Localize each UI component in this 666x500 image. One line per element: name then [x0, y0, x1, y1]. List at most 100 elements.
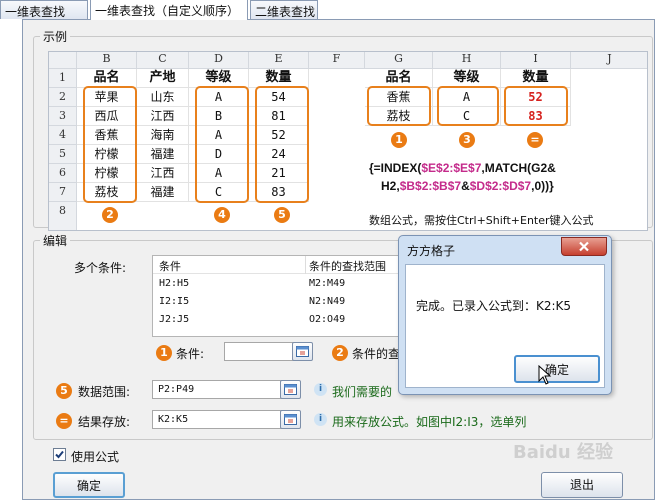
tab-1d-lookup-custom[interactable]: 一维表查找（自定义顺序）: [90, 0, 248, 20]
row-number: 1: [49, 69, 77, 88]
table-cell: 海南: [137, 126, 189, 145]
table-header: 条件的查找范围: [309, 260, 386, 273]
table-header: 条件: [159, 260, 181, 273]
badge-2: 2: [102, 207, 118, 223]
col-header-g: G: [365, 52, 433, 69]
row-number: 2: [49, 88, 77, 107]
sheet-corner: [49, 52, 77, 69]
formula-part: $B$2:$B$7: [399, 179, 462, 193]
table-cell: 江西: [137, 107, 189, 126]
col-header-d: D: [189, 52, 249, 69]
highlight-box-lookup-name: [367, 86, 431, 126]
formula-part: H2,: [381, 179, 400, 193]
table-cell: M2:M49: [309, 278, 346, 289]
dialog-ok-button[interactable]: 确定: [514, 355, 600, 383]
badge-3: 3: [459, 132, 475, 148]
dialog-message: 完成。已录入公式到：K2:K5: [416, 299, 572, 313]
highlight-box-result: [504, 86, 568, 126]
col-header-b: B: [77, 52, 137, 69]
row-number: 6: [49, 164, 77, 183]
info-icon: i: [314, 383, 327, 396]
data-range-input[interactable]: P2:P49: [152, 380, 282, 399]
table-cell: N2:N49: [309, 296, 346, 307]
table-cell: 福建: [137, 145, 189, 164]
range-select-icon: [284, 384, 297, 395]
condition-table[interactable]: 条件 条件的查找范围 H2:H5 M2:M49 I2:I5 N2:N49 J2:…: [152, 255, 402, 337]
formula-line-2: H2,$B$2:$B$7&$D$2:$D$7,0))}: [381, 178, 641, 194]
table-cell: 山东: [137, 88, 189, 107]
example-group: 示例 B C D E F G H I J 1 2 3 4 5 6 7 8 品名 …: [33, 28, 653, 231]
condition-input[interactable]: [224, 342, 294, 361]
row-number: 8: [49, 202, 77, 230]
range-select-icon: [296, 346, 309, 357]
tab-2d-lookup[interactable]: 二维表查找: [250, 0, 318, 19]
badge-5: 5: [56, 383, 72, 399]
badge-equals: =: [56, 413, 72, 429]
table-cell: I2:I5: [159, 296, 190, 307]
row-number: 4: [49, 126, 77, 145]
highlight-box-grade: [195, 86, 249, 203]
check-icon: [55, 450, 64, 459]
message-dialog: 方方格子 完成。已录入公式到：K2:K5 确定: [398, 235, 612, 395]
exit-button[interactable]: 退出: [541, 472, 623, 498]
highlight-box-lookup-grade: [437, 86, 499, 126]
result-hint: 用来存放公式。如图中I2:I3，选单列: [332, 415, 527, 429]
mouse-cursor-icon: [538, 365, 552, 385]
multi-condition-label: 多个条件:: [74, 261, 127, 275]
use-formula-checkbox[interactable]: [53, 448, 66, 461]
badge-equals: =: [527, 132, 543, 148]
watermark: Baidu 经验: [513, 442, 614, 463]
formula-part: $E$2:$E$7: [421, 161, 482, 175]
dialog-close-button[interactable]: [561, 237, 607, 256]
data-range-hint: 我们需要的: [332, 385, 393, 399]
data-range-label: 数据范围:: [78, 385, 131, 399]
col-header-f: F: [309, 52, 365, 69]
badge-4: 4: [214, 207, 230, 223]
table-cell: O2:O49: [309, 314, 346, 325]
formula-part: ,MATCH(G2&: [481, 161, 556, 175]
col-header-c: C: [137, 52, 189, 69]
formula-note: 数组公式，需按住Ctrl+Shift+Enter键入公式: [369, 214, 594, 227]
condition-label: 条件:: [176, 347, 205, 361]
example-title: 示例: [40, 28, 71, 45]
dialog-body: 完成。已录入公式到：K2:K5 确定: [405, 264, 605, 388]
ok-button[interactable]: 确定: [53, 472, 125, 498]
badge-2: 2: [332, 345, 348, 361]
formula-part: &: [461, 179, 470, 193]
highlight-box-qty: [255, 86, 309, 203]
row-number: 3: [49, 107, 77, 126]
range-select-icon: [284, 414, 297, 425]
badge-1: 1: [156, 345, 172, 361]
dialog-title: 方方格子: [407, 244, 456, 258]
table-header-cell: 产地: [137, 69, 189, 88]
table-cell: 福建: [137, 183, 189, 202]
formula-part: {=INDEX(: [369, 161, 422, 175]
result-input[interactable]: K2:K5: [152, 410, 282, 429]
close-icon: [579, 241, 589, 252]
badge-5: 5: [274, 207, 290, 223]
condition-range-label: 条件的查: [352, 347, 401, 361]
edit-title: 编辑: [40, 232, 71, 249]
data-range-picker-button[interactable]: [280, 380, 301, 399]
formula-part: ,0))}: [531, 179, 554, 193]
badge-1: 1: [391, 132, 407, 148]
table-cell: H2:H5: [159, 278, 190, 289]
tab-1d-lookup[interactable]: 一维表查找: [0, 0, 88, 19]
col-header-i: I: [501, 52, 571, 69]
table-cell: J2:J5: [159, 314, 190, 325]
result-picker-button[interactable]: [280, 410, 301, 429]
col-header-h: H: [433, 52, 501, 69]
use-formula-label: 使用公式: [71, 450, 120, 464]
table-cell: 江西: [137, 164, 189, 183]
result-label: 结果存放:: [78, 415, 131, 429]
formula-part: $D$2:$D$7: [469, 179, 532, 193]
formula-line-1: {=INDEX($E$2:$E$7,MATCH(G2&: [369, 160, 639, 176]
highlight-box-name: [83, 86, 137, 203]
example-sheet: B C D E F G H I J 1 2 3 4 5 6 7 8 品名 产地 …: [48, 51, 648, 231]
row-number: 7: [49, 183, 77, 202]
row-number: 5: [49, 145, 77, 164]
condition-picker-button[interactable]: [292, 342, 313, 361]
col-header-e: E: [249, 52, 309, 69]
col-header-j: J: [571, 52, 647, 69]
info-icon: i: [314, 413, 327, 426]
